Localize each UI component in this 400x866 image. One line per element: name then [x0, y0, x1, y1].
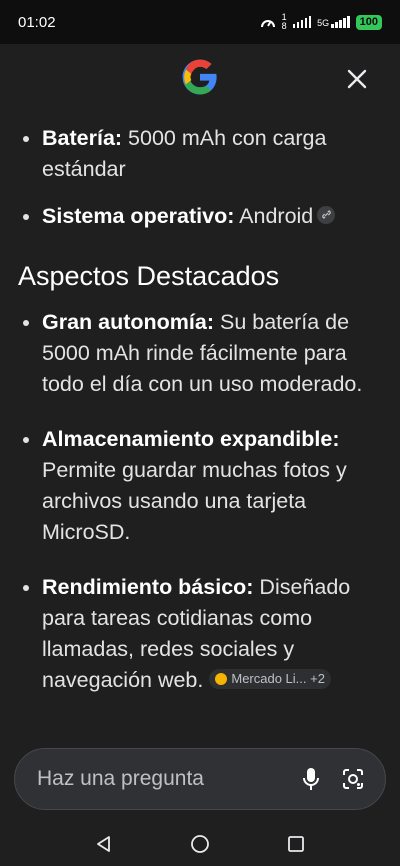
spec-list: Batería: 5000 mAh con carga estándar Sis…	[0, 123, 400, 232]
source-favicon-icon	[215, 673, 228, 685]
highlights-list: Gran autonomía: Su batería de 5000 mAh r…	[0, 307, 400, 696]
list-item: Gran autonomía: Su batería de 5000 mAh r…	[23, 307, 382, 400]
spec-label: Batería:	[42, 126, 123, 150]
status-icons: 1 8 5G 100	[260, 13, 382, 31]
home-circle-icon	[191, 835, 209, 853]
link-icon	[321, 210, 331, 219]
inline-source-chip[interactable]: Mercado Li... +2	[209, 669, 331, 689]
recents-square-icon	[288, 836, 304, 852]
network-activity: 1 8	[282, 13, 287, 31]
nav-recents-button[interactable]	[284, 832, 308, 856]
speedometer-icon	[260, 20, 275, 28]
nav-home-button[interactable]	[188, 832, 212, 856]
spec-text: Android	[234, 204, 314, 228]
list-item: Batería: 5000 mAh con carga estándar	[23, 123, 382, 185]
highlight-label: Gran autonomía:	[42, 310, 215, 334]
back-triangle-icon	[97, 836, 110, 852]
google-g-logo	[182, 59, 217, 95]
camera-lens-icon	[343, 769, 363, 789]
source-label: Mercado Li... +2	[231, 671, 325, 686]
close-button[interactable]	[344, 66, 370, 92]
net-mid: 8	[281, 21, 287, 31]
highlight-text: Permite guardar muchas fotos y archivos …	[42, 458, 347, 544]
ask-input[interactable]: Haz una pregunta	[37, 767, 283, 791]
spec-label: Sistema operativo:	[42, 204, 235, 228]
status-time: 01:02	[18, 13, 56, 31]
highlight-label: Almacenamiento expandible:	[42, 427, 340, 451]
battery-icon: 100	[355, 14, 382, 30]
ask-bar[interactable]: Haz una pregunta	[14, 748, 386, 810]
section-title: Aspectos Destacados	[18, 261, 280, 291]
close-icon	[347, 69, 367, 89]
microphone-icon	[303, 768, 319, 790]
microphone-button[interactable]	[297, 765, 325, 793]
list-item: Sistema operativo: Android	[23, 201, 382, 232]
content-fade	[0, 708, 400, 748]
signal-bars-icon	[292, 16, 312, 28]
system-nav-bar	[0, 822, 400, 866]
answer-content[interactable]: Batería: 5000 mAh con carga estándar Sis…	[0, 112, 400, 748]
network-type: 5G	[317, 18, 330, 28]
nav-back-button[interactable]	[92, 832, 116, 856]
app-header	[0, 44, 400, 112]
lens-button[interactable]	[339, 765, 367, 793]
list-item: Rendimiento básico: Diseñado para tareas…	[23, 572, 382, 696]
list-item: Almacenamiento expandible: Permite guard…	[23, 424, 382, 548]
source-link-button[interactable]	[317, 205, 336, 224]
highlight-label: Rendimiento básico:	[42, 575, 254, 599]
status-bar: 01:02 1 8 5G 100	[0, 0, 400, 44]
5g-signal-icon: 5G	[317, 16, 350, 28]
